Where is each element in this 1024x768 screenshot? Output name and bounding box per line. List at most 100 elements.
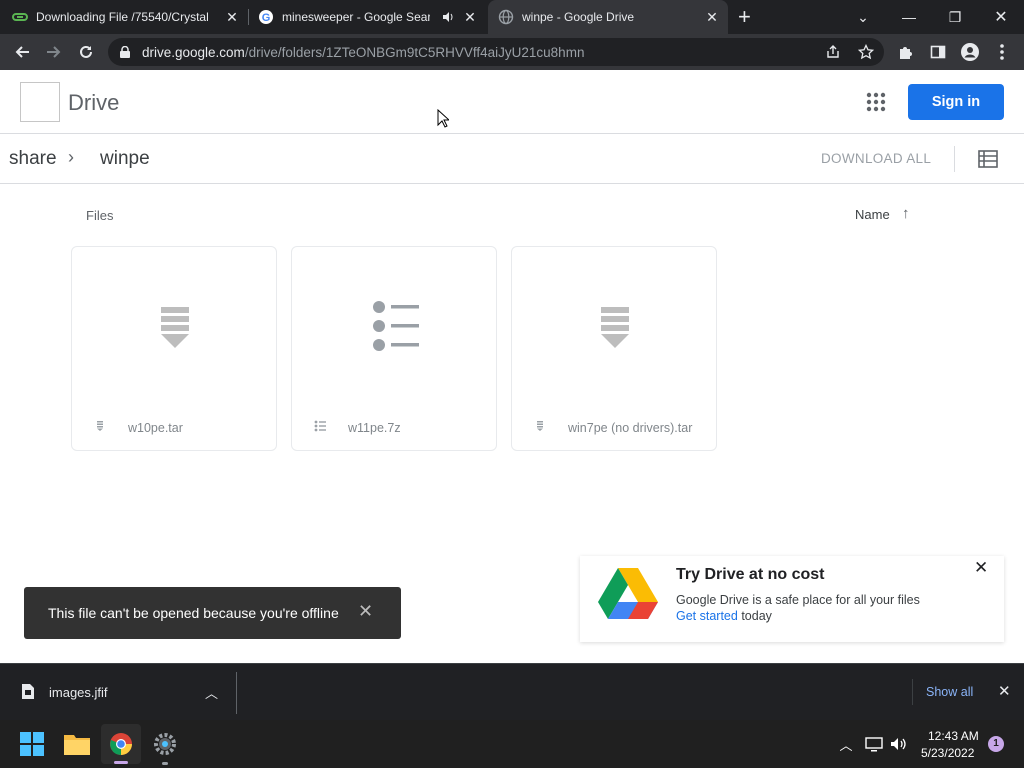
menu-button[interactable] [988,38,1016,66]
drive-title: Drive [68,90,120,115]
google-icon: G [259,10,273,24]
back-button[interactable] [8,38,36,66]
network-icon[interactable] [864,734,884,754]
tab-title: winpe - Google Drive [522,10,635,24]
toast-message: This file can't be opened because you're… [48,605,339,621]
reload-button[interactable] [72,38,100,66]
volume-icon[interactable] [888,734,908,754]
profile-icon [961,43,979,61]
url-host: drive.google.com [142,45,245,60]
file-card-w11pe[interactable]: w11pe.7z [291,246,497,451]
close-tab-icon[interactable]: ✕ [224,9,240,25]
speaker-icon[interactable] [442,11,454,23]
globe-icon [498,9,514,25]
start-button[interactable] [12,724,52,764]
windows-logo-icon [20,732,44,756]
kebab-menu-icon [1000,44,1004,60]
chrome-icon [110,733,132,755]
browser-tab-strip: Downloading File /75540/Crystal ✕ G mine… [0,0,1024,34]
clock-time[interactable]: 12:43 AM [928,729,979,743]
new-tab-button[interactable]: + [738,4,751,30]
address-bar[interactable]: drive.google.com/drive/folders/1ZTeONBGm… [108,38,884,66]
archive-icon [537,421,543,431]
restore-button[interactable]: ❐ [932,0,978,34]
breadcrumb: share › winpe DOWNLOAD ALL [0,134,1024,184]
chevron-up-icon[interactable]: ︿ [205,683,218,702]
sort-by-name-button[interactable]: Name [855,207,890,222]
settings-button[interactable] [145,724,185,765]
archive-icon [161,307,189,348]
file-explorer-button[interactable] [57,724,97,764]
promo-cta-suffix: today [737,609,772,623]
close-icon[interactable]: ✕ [358,601,373,622]
lock-icon [120,46,130,58]
arrow-up-icon[interactable]: ↑ [902,205,910,222]
close-icon[interactable]: ✕ [974,558,988,578]
file-card-w10pe[interactable]: w10pe.tar [71,246,277,451]
divider [954,146,955,172]
notification-badge[interactable]: 1 [988,736,1004,752]
breadcrumb-winpe[interactable]: winpe [100,148,150,170]
svg-text:G: G [262,12,271,24]
file-card-win7pe[interactable]: win7pe (no drivers).tar [511,246,717,451]
tab-minesweeper-search[interactable]: G minesweeper - Google Searc ✕ [252,0,486,34]
tab-winpe-drive[interactable]: winpe - Google Drive ✕ [488,0,728,34]
gear-icon [154,733,176,755]
bookmark-star-icon[interactable] [858,44,874,60]
download-site-icon [12,13,28,21]
google-drive-logo-icon [598,568,658,619]
chevron-right-icon: › [68,147,74,167]
show-all-button[interactable]: Show all [926,685,973,699]
clock-date[interactable]: 5/23/2022 [921,746,974,760]
side-panel-button[interactable] [924,38,952,66]
files-section-label: Files [86,208,114,223]
folder-icon [64,735,90,755]
running-app-indicator [162,762,168,765]
chevron-up-icon[interactable]: ︿ [836,734,856,754]
offline-toast: This file can't be opened because you're… [24,587,401,639]
file-name: w11pe.7z [348,421,401,435]
reload-icon [80,45,92,58]
close-tab-icon[interactable]: ✕ [704,9,720,25]
tab-search-icon[interactable]: ⌄ [840,0,886,34]
close-tab-icon[interactable]: ✕ [462,9,478,25]
tab-downloading-file[interactable]: Downloading File /75540/Crystal ✕ [12,0,248,34]
promo-cta: Get started today [676,609,772,623]
windows-taskbar: ︿ 12:43 AM 5/23/2022 1 [0,720,1024,768]
browser-toolbar: drive.google.com/drive/folders/1ZTeONBGm… [0,34,1024,70]
chrome-button[interactable] [101,724,141,764]
arrow-right-icon [47,46,61,58]
breadcrumb-share[interactable]: share [9,148,57,170]
extensions-button[interactable] [892,38,920,66]
side-panel-icon [930,45,946,59]
active-app-indicator [114,761,128,764]
drive-header: Drive Sign in [0,70,1024,134]
url-text: drive.google.com/drive/folders/1ZTeONBGm… [142,45,584,60]
tab-title: minesweeper - Google Searc [282,10,430,24]
tab-separator [248,9,249,25]
get-started-link[interactable]: Get started [676,609,738,623]
tab-title: Downloading File /75540/Crystal [36,10,209,24]
download-all-button[interactable]: DOWNLOAD ALL [821,151,931,166]
promo-description: Google Drive is a safe place for all you… [676,593,920,607]
sign-in-button[interactable]: Sign in [908,84,1004,120]
share-icon[interactable] [826,45,840,59]
apps-grid-icon[interactable] [862,88,890,116]
forward-button[interactable] [40,38,68,66]
url-path: /drive/folders/1ZTeONBGm9tC5RHVVff4aiJyU… [244,45,585,60]
list-file-icon [373,301,419,351]
list-view-icon[interactable] [978,150,998,168]
file-name: w10pe.tar [128,421,183,435]
file-icon [22,684,34,699]
drive-promo-card: Try Drive at no cost Google Drive is a s… [580,556,1004,642]
show-all-container: Show all [912,679,973,705]
broken-logo-image[interactable] [20,82,60,122]
promo-title: Try Drive at no cost [676,566,825,583]
download-item-name[interactable]: images.jfif [49,685,108,700]
close-icon[interactable]: ✕ [998,682,1011,700]
minimize-button[interactable]: — [886,0,932,34]
list-file-icon [314,420,326,432]
profile-button[interactable] [956,38,984,66]
arrow-left-icon [15,46,29,58]
close-window-button[interactable]: ✕ [978,0,1024,34]
